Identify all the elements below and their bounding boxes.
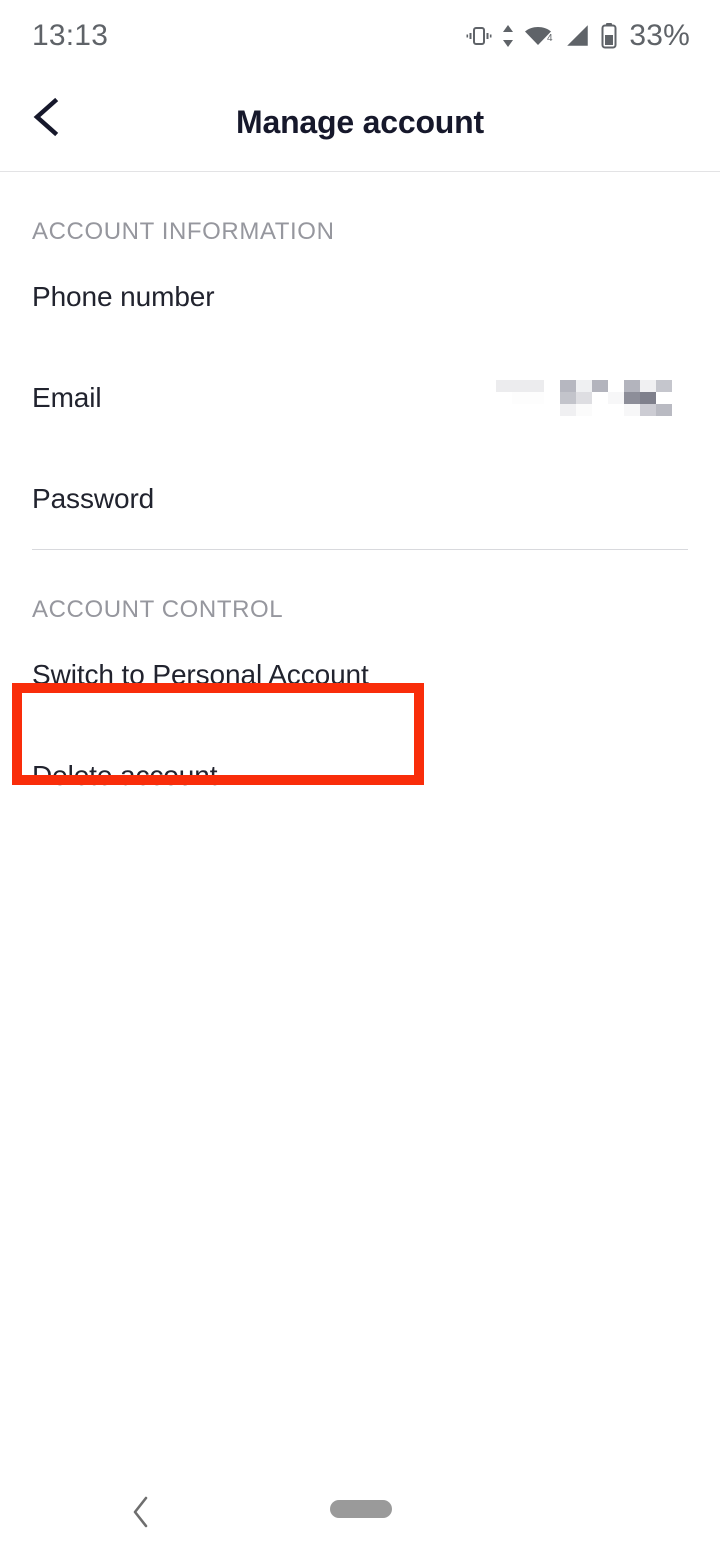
wifi-icon: 4 <box>524 23 556 49</box>
row-delete-account[interactable]: Delete account <box>0 725 720 826</box>
manage-account-screen: 13:13 4 33% Manage account ACCOUNT INFOR… <box>0 0 720 1560</box>
home-pill-indicator[interactable] <box>330 1500 392 1518</box>
cell-signal-icon <box>565 23 591 49</box>
redaction-mosaic <box>480 379 688 416</box>
system-navigation-bar <box>0 1470 720 1560</box>
section-divider <box>32 549 688 550</box>
section-header-account-control: ACCOUNT CONTROL <box>32 596 284 623</box>
row-switch-to-personal-account[interactable]: Switch to Personal Account <box>0 624 720 725</box>
row-label: Password <box>32 482 155 514</box>
settings-list: ACCOUNT INFORMATION Phone number Email P… <box>0 173 720 826</box>
section-header-account-information: ACCOUNT INFORMATION <box>32 218 335 245</box>
row-phone-number[interactable]: Phone number <box>0 246 720 347</box>
nav-back-button[interactable] <box>112 1485 170 1543</box>
status-bar-icons: 4 33% <box>466 21 690 51</box>
svg-text:4: 4 <box>547 33 553 44</box>
row-label: Phone number <box>32 280 215 312</box>
row-label: Switch to Personal Account <box>32 658 369 690</box>
status-bar-clock: 13:13 <box>32 19 109 52</box>
vibrate-icon <box>466 23 492 49</box>
row-label: Email <box>32 381 102 413</box>
email-value-redacted <box>480 379 688 416</box>
app-bar: Manage account <box>0 72 720 172</box>
page-title: Manage account <box>236 103 484 140</box>
chevron-left-icon <box>30 97 64 142</box>
battery-icon <box>600 22 618 50</box>
status-bar: 13:13 4 33% <box>0 0 720 72</box>
row-password[interactable]: Password <box>0 448 720 549</box>
row-label: Delete account <box>32 759 218 791</box>
data-transfer-icon <box>501 23 515 49</box>
chevron-left-icon <box>129 1495 153 1534</box>
battery-percentage: 33% <box>629 19 690 52</box>
row-email[interactable]: Email <box>0 347 720 448</box>
back-button[interactable] <box>14 86 80 152</box>
